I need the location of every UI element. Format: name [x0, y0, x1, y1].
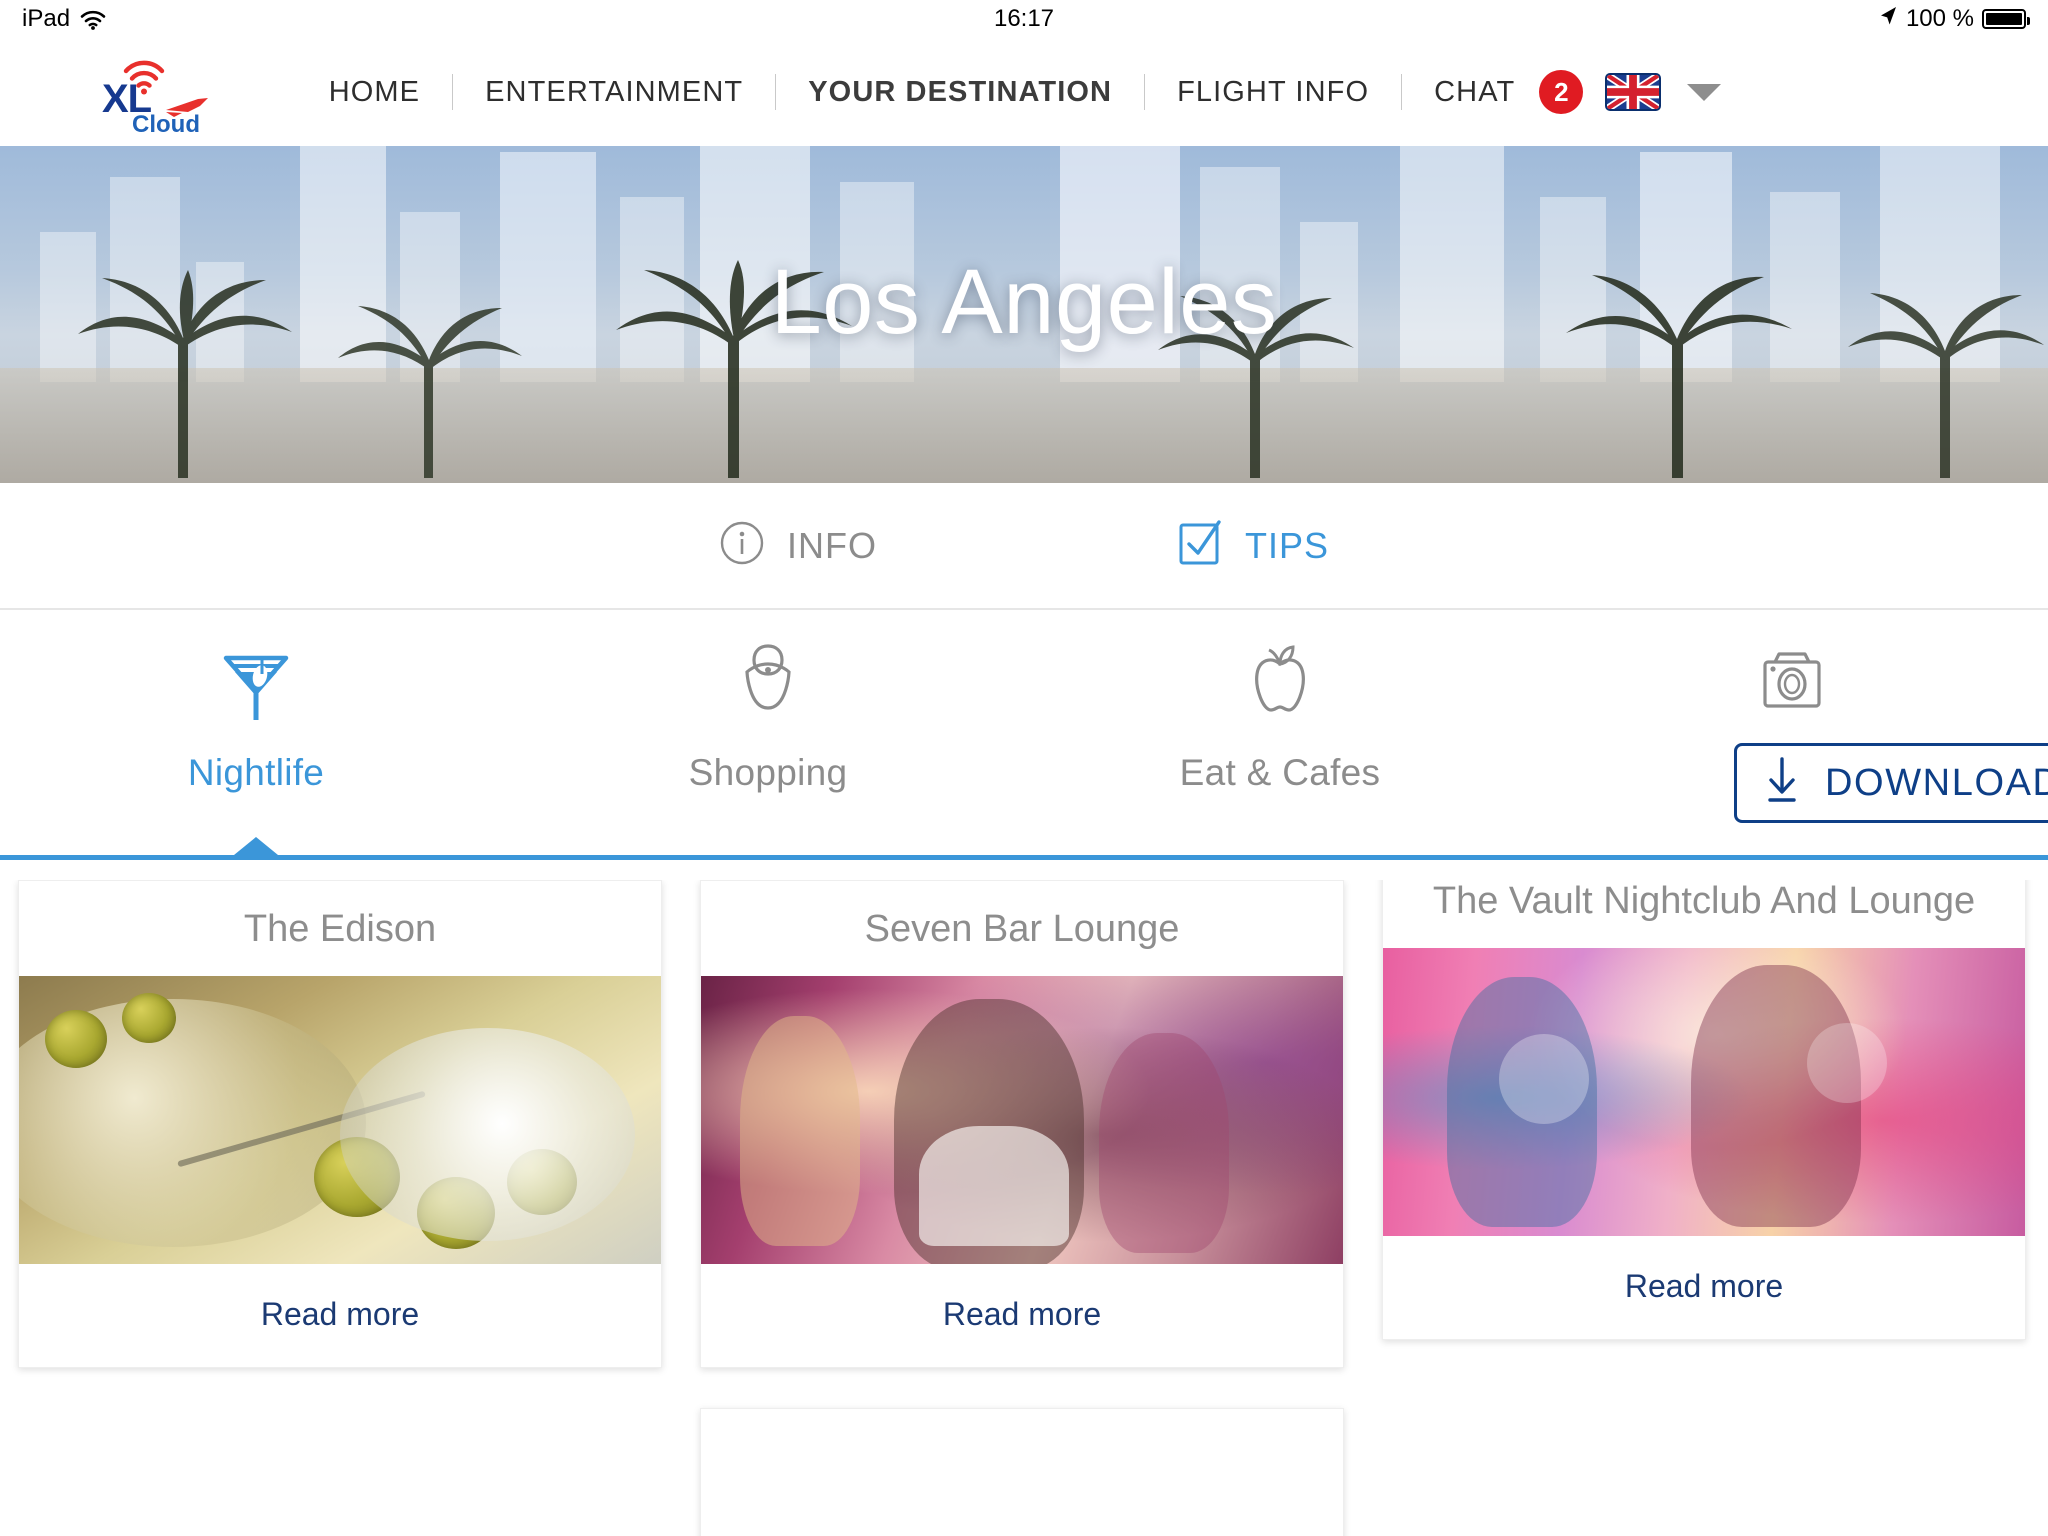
tip-card[interactable]: The Edison Read more — [18, 880, 662, 1368]
download-button-label: DOWNLOAD — [1825, 761, 2048, 804]
nav-item-entertainment[interactable]: ENTERTAINMENT — [483, 76, 745, 109]
category-tab-nightlife[interactable]: Nightlife — [0, 610, 512, 794]
camera-icon — [1749, 638, 1835, 724]
destination-title: Los Angeles — [770, 251, 1278, 353]
battery-full-icon — [1982, 9, 2030, 29]
main-navigation-bar: XL Cloud HOME ENTERTAINMENT YOUR DESTINA… — [0, 38, 2048, 146]
status-right: 100 % — [1878, 5, 2030, 34]
status-clock: 16:17 — [993, 5, 1055, 32]
card-row-partial — [18, 1407, 2030, 1536]
nav-separator — [452, 74, 454, 110]
card-row: The Edison Read more Seven Bar Lounge Re… — [18, 880, 2030, 1368]
tab-tips[interactable]: TIPS — [1177, 520, 1329, 571]
ios-status-bar: iPad 16:17 100 % — [0, 0, 2048, 38]
nav-separator — [1144, 74, 1146, 110]
category-label: Shopping — [688, 752, 848, 793]
category-tab-eat-cafes[interactable]: Eat & Cafes — [1024, 610, 1536, 794]
tab-tips-label: TIPS — [1244, 524, 1329, 566]
tip-card-title: Seven Bar Lounge — [864, 908, 1180, 950]
nav-item-your-destination[interactable]: YOUR DESTINATION — [806, 76, 1114, 109]
tip-card-thumbnail — [1383, 947, 2025, 1236]
read-more-link[interactable]: Read more — [19, 1264, 661, 1367]
nav-separator — [775, 74, 777, 110]
location-arrow-icon — [1878, 5, 1898, 34]
apple-icon — [1237, 638, 1323, 724]
checkbox-check-icon — [1177, 520, 1223, 571]
nav-item-flight-info[interactable]: FLIGHT INFO — [1175, 76, 1371, 109]
xl-cloud-logo[interactable]: XL Cloud — [96, 50, 214, 138]
download-button[interactable]: DOWNLOAD — [1734, 743, 2048, 823]
tab-info-label: INFO — [786, 524, 877, 566]
tab-info[interactable]: INFO — [719, 520, 877, 571]
tip-card[interactable]: The Vault Nightclub And Lounge Read more — [1382, 880, 2026, 1340]
destination-hero-banner: Los Angeles — [0, 146, 2048, 483]
nav-links: HOME ENTERTAINMENT YOUR DESTINATION FLIG… — [0, 70, 2048, 114]
category-label: Nightlife — [187, 752, 325, 793]
cocktail-glass-icon — [213, 638, 299, 724]
nav-separator — [1401, 74, 1403, 110]
battery-percent: 100 % — [1905, 5, 1974, 32]
nav-item-chat[interactable]: CHAT — [1432, 76, 1517, 109]
tip-card-title: The Edison — [243, 908, 437, 950]
tip-card-partial[interactable] — [700, 1407, 1344, 1536]
read-more-link[interactable]: Read more — [1383, 1236, 2025, 1339]
tip-card[interactable]: Seven Bar Lounge Read more — [700, 880, 1344, 1368]
tips-card-grid: The Edison Read more Seven Bar Lounge Re… — [0, 880, 2048, 1536]
category-label: Eat & Cafes — [1179, 752, 1381, 793]
nav-item-home[interactable]: HOME — [327, 76, 422, 109]
chat-unread-badge: 2 — [1539, 70, 1584, 114]
category-active-underline — [0, 855, 2048, 860]
download-arrow-icon — [1765, 756, 1799, 810]
chevron-down-icon[interactable] — [1687, 83, 1722, 101]
category-active-pointer — [234, 837, 278, 855]
svg-text:Cloud: Cloud — [132, 111, 200, 134]
info-circle-icon — [719, 520, 765, 571]
tip-card-title: The Vault Nightclub And Lounge — [1432, 880, 1976, 922]
tip-card-thumbnail — [701, 975, 1343, 1264]
info-tips-tabs: INFO TIPS — [0, 483, 2048, 610]
shopping-bag-icon — [725, 638, 811, 724]
uk-flag-icon[interactable] — [1605, 73, 1662, 111]
category-tab-shopping[interactable]: Shopping — [512, 610, 1024, 794]
tip-card-thumbnail — [19, 975, 661, 1264]
read-more-link[interactable]: Read more — [701, 1264, 1343, 1367]
